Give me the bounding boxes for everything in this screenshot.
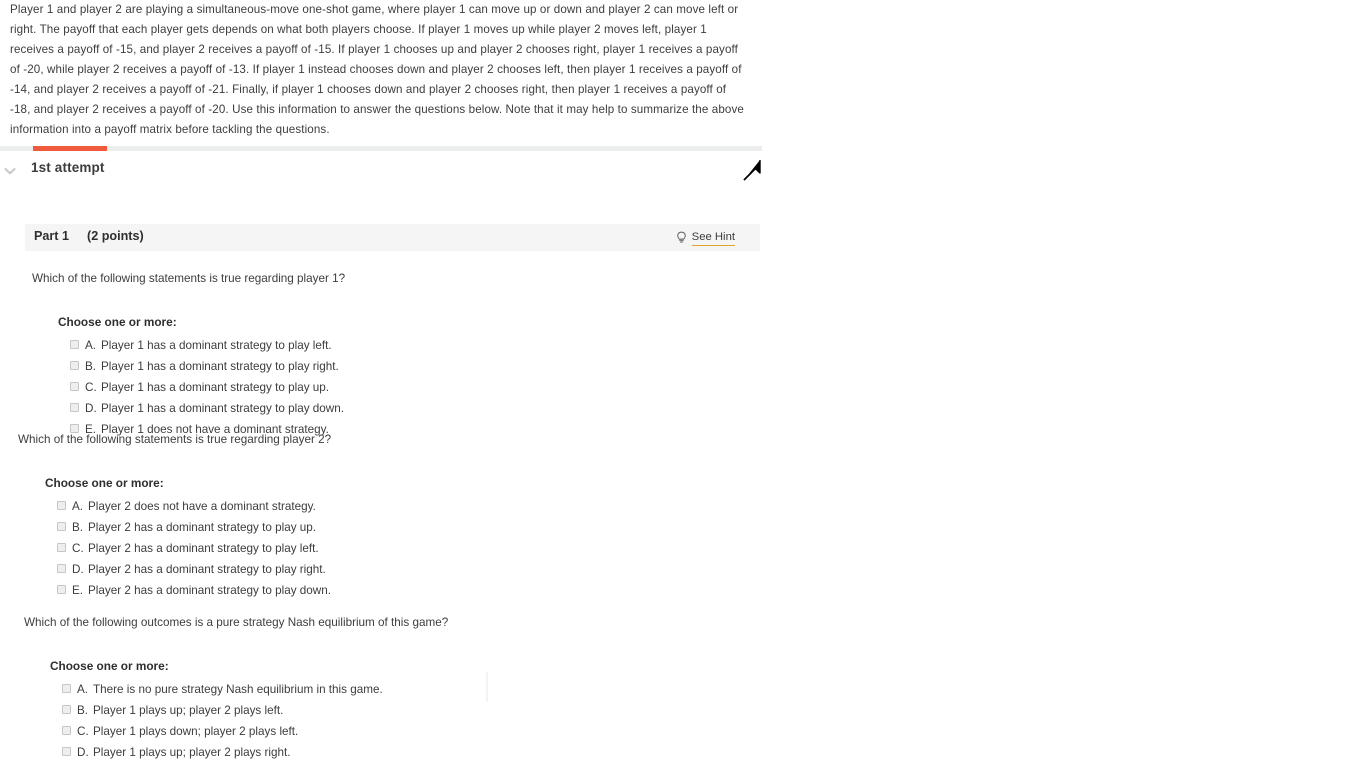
mouse-cursor-icon (742, 158, 764, 184)
option-row[interactable]: B. Player 2 has a dominant strategy to p… (57, 517, 718, 538)
attempt-progress-fill (33, 146, 107, 151)
option-row[interactable]: C. Player 2 has a dominant strategy to p… (57, 538, 718, 559)
option-row[interactable]: A. Player 1 has a dominant strategy to p… (70, 335, 732, 356)
option-checkbox[interactable] (57, 501, 66, 510)
option-letter: C. (77, 725, 89, 738)
see-hint-label: See Hint (691, 231, 735, 246)
question-prompt: Which of the following outcomes is a pur… (24, 616, 449, 629)
option-letter: B. (77, 704, 89, 717)
lightbulb-icon (676, 231, 687, 245)
attempt-label: 1st attempt (31, 160, 105, 175)
option-row[interactable]: B. Player 1 has a dominant strategy to p… (70, 356, 732, 377)
option-row[interactable]: B. Player 1 plays up; player 2 plays lef… (62, 700, 724, 721)
option-list: A. Player 2 does not have a dominant str… (57, 496, 718, 601)
option-letter: A. (85, 339, 97, 352)
attempt-progress-track (0, 146, 762, 151)
problem-statement: Player 1 and player 2 are playing a simu… (10, 3, 744, 136)
choose-instruction: Choose one or more: (50, 659, 169, 673)
option-checkbox[interactable] (62, 684, 71, 693)
option-row[interactable]: C. Player 1 has a dominant strategy to p… (70, 377, 732, 398)
part-header-bar: Part 1 (2 points) See Hint (25, 224, 760, 251)
attempt-header[interactable]: 1st attempt (0, 158, 765, 188)
option-letter: A. (72, 500, 84, 513)
option-checkbox[interactable] (70, 382, 79, 391)
option-letter: E. (77, 763, 88, 768)
option-text: Player 2 has a dominant strategy to play… (88, 584, 331, 597)
choose-instruction: Choose one or more: (58, 315, 177, 329)
option-row[interactable]: A. Player 2 does not have a dominant str… (57, 496, 718, 517)
option-checkbox[interactable] (62, 726, 71, 735)
option-row[interactable]: D. Player 2 has a dominant strategy to p… (57, 559, 718, 580)
option-text: Player 1 plays down; player 2 plays righ… (93, 763, 305, 768)
option-checkbox[interactable] (57, 543, 66, 552)
option-letter: A. (77, 683, 89, 696)
part-title: Part 1 (34, 229, 70, 243)
option-checkbox[interactable] (57, 564, 66, 573)
option-letter: D. (77, 746, 89, 759)
option-text: Player 1 has a dominant strategy to play… (101, 402, 344, 415)
option-text: Player 2 has a dominant strategy to play… (88, 563, 326, 576)
option-text: Player 2 has a dominant strategy to play… (88, 542, 319, 555)
option-letter: B. (85, 360, 97, 373)
option-text: Player 2 has a dominant strategy to play… (88, 521, 317, 534)
question-prompt: Which of the following statements is tru… (32, 272, 346, 285)
option-checkbox[interactable] (57, 585, 66, 594)
chevron-down-icon[interactable] (2, 163, 18, 179)
option-checkbox[interactable] (62, 705, 71, 714)
text-caret (486, 672, 488, 702)
option-checkbox[interactable] (70, 361, 79, 370)
option-letter: B. (72, 521, 84, 534)
option-row[interactable]: E. Player 2 has a dominant strategy to p… (57, 580, 718, 601)
option-checkbox[interactable] (62, 747, 71, 756)
option-letter: D. (85, 402, 97, 415)
question-block-3: Which of the following outcomes is a pur… (24, 615, 724, 768)
option-text: Player 2 does not have a dominant strate… (88, 500, 316, 513)
option-text: Player 1 plays down; player 2 plays left… (93, 725, 299, 738)
option-letter: D. (72, 563, 84, 576)
option-letter: C. (85, 381, 97, 394)
option-list: A. Player 1 has a dominant strategy to p… (70, 335, 732, 440)
option-text: Player 1 plays up; player 2 plays right. (93, 746, 291, 759)
choose-instruction: Choose one or more: (45, 476, 164, 490)
option-row[interactable]: D. Player 1 plays up; player 2 plays rig… (62, 742, 724, 763)
option-checkbox[interactable] (70, 340, 79, 349)
option-text: Player 1 plays up; player 2 plays left. (93, 704, 284, 717)
option-row[interactable]: A. There is no pure strategy Nash equili… (62, 679, 724, 700)
question-page: Player 1 and player 2 are playing a simu… (0, 0, 1366, 768)
question-prompt: Which of the following statements is tru… (18, 433, 332, 446)
option-letter: E. (72, 584, 84, 597)
option-list: A. There is no pure strategy Nash equili… (62, 679, 724, 768)
option-letter: C. (72, 542, 84, 555)
question-block-1: Which of the following statements is tru… (32, 271, 732, 440)
part-points: (2 points) (87, 229, 144, 243)
option-text: Player 1 has a dominant strategy to play… (101, 381, 330, 394)
option-checkbox[interactable] (57, 522, 66, 531)
option-text: Player 1 has a dominant strategy to play… (101, 360, 339, 373)
see-hint-button[interactable]: See Hint (676, 228, 735, 248)
option-row[interactable]: D. Player 1 has a dominant strategy to p… (70, 398, 732, 419)
option-text: There is no pure strategy Nash equilibri… (93, 683, 383, 696)
option-row[interactable]: E. Player 1 plays down; player 2 plays r… (62, 763, 724, 768)
option-checkbox[interactable] (70, 403, 79, 412)
question-block-2: Which of the following statements is tru… (18, 432, 718, 601)
option-row[interactable]: C. Player 1 plays down; player 2 plays l… (62, 721, 724, 742)
option-text: Player 1 has a dominant strategy to play… (101, 339, 332, 352)
